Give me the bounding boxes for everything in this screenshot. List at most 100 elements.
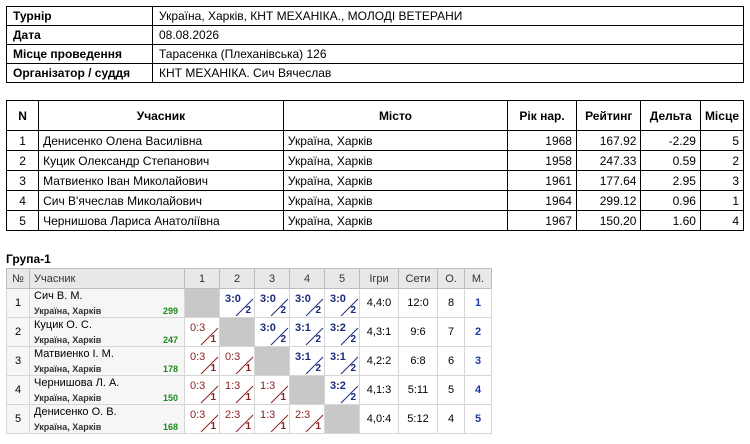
participant-city: Україна, Харків — [282, 130, 509, 151]
participant-year: 1967 — [507, 210, 577, 231]
group-row-number: 2 — [6, 317, 30, 347]
group-player-name[interactable]: Матвиенко І. М. — [34, 348, 114, 360]
group-title: Група-1 — [6, 252, 51, 266]
group-col-3: 3 — [254, 268, 290, 289]
group-points: 5 — [437, 375, 465, 405]
participant-rating: 299.12 — [575, 190, 642, 211]
group-player-city: Україна, Харків — [34, 335, 102, 345]
match-cell[interactable]: 0:3 1 — [184, 346, 220, 376]
match-cell[interactable]: 3:0 2 — [324, 288, 360, 318]
group-player-rating: 247 — [162, 335, 178, 345]
match-cell[interactable]: 1:3 1 — [219, 375, 255, 405]
group-row-number: 3 — [6, 346, 30, 376]
group-player-name[interactable]: Денисенко О. В. — [34, 406, 117, 418]
group-col-2: 2 — [219, 268, 255, 289]
info-value: Тарасенка (Плеханівська) 126 — [152, 44, 744, 64]
match-cell[interactable]: 3:1 2 — [324, 346, 360, 376]
match-cell[interactable]: 1:3 1 — [254, 404, 290, 434]
participant-delta: 1.60 — [640, 210, 701, 231]
info-value: 08.08.2026 — [152, 25, 744, 45]
match-cell[interactable]: 3:0 2 — [289, 288, 325, 318]
match-points: 2 — [315, 305, 321, 316]
match-score: 3:1 — [295, 351, 311, 363]
match-points: 2 — [315, 334, 321, 345]
participant-place: 2 — [699, 150, 745, 171]
participant-rating: 177.64 — [575, 170, 642, 191]
match-points: 1 — [210, 392, 216, 403]
match-cell[interactable]: 0:3 1 — [184, 375, 220, 405]
match-points: 1 — [245, 392, 251, 403]
participant-city: Україна, Харків — [282, 210, 509, 231]
match-points: 2 — [350, 334, 356, 345]
participant-row: 1 Денисенко Олена Василівна Україна, Харкі… — [5, 130, 745, 151]
group-player-rating: 168 — [162, 422, 178, 432]
match-cell[interactable]: 0:3 1 — [219, 346, 255, 376]
col-header-delta[interactable]: Дельта — [640, 100, 701, 131]
match-score: 3:0 — [260, 293, 276, 305]
match-cell[interactable]: 0:3 1 — [184, 317, 220, 347]
participant-city: Україна, Харків — [282, 190, 509, 211]
info-label: Турнір — [6, 6, 153, 26]
match-cell-self — [289, 375, 325, 405]
group-player-cell: Куцик О. С. Україна, Харків 247 — [29, 317, 185, 347]
group-player-city: Україна, Харків — [34, 422, 102, 432]
group-player-cell: Денисенко О. В. Україна, Харків 168 — [29, 404, 185, 434]
group-row: 5 Денисенко О. В. Україна, Харків 168 0:3 1 2:… — [6, 404, 492, 434]
group-player-name[interactable]: Чернишова Л. А. — [34, 377, 119, 389]
participant-name: Матвиенко Іван Миколайович — [38, 170, 284, 191]
match-score: 3:0 — [295, 293, 311, 305]
col-header-n[interactable]: N — [5, 100, 40, 131]
group-col-sets: Сети — [398, 268, 438, 289]
group-place: 1 — [464, 288, 492, 318]
group-games: 4,4:0 — [359, 288, 399, 318]
group-player-name[interactable]: Куцик О. С. — [34, 319, 92, 331]
match-cell[interactable]: 2:3 1 — [289, 404, 325, 434]
match-score: 3:2 — [330, 380, 346, 392]
col-header-participant[interactable]: Учасник — [38, 100, 284, 131]
participant-rating: 167.92 — [575, 130, 642, 151]
participant-number: 3 — [5, 170, 40, 191]
match-points: 2 — [280, 334, 286, 345]
match-cell[interactable]: 3:1 2 — [289, 317, 325, 347]
match-cell[interactable]: 3:2 2 — [324, 317, 360, 347]
match-cell[interactable]: 3:0 2 — [254, 288, 290, 318]
col-header-place[interactable]: Місце — [699, 100, 745, 131]
group-games: 4,1:3 — [359, 375, 399, 405]
match-points: 1 — [245, 363, 251, 374]
match-cell[interactable]: 0:3 1 — [184, 404, 220, 434]
match-points: 2 — [280, 305, 286, 316]
match-cell[interactable]: 3:0 2 — [254, 317, 290, 347]
match-points: 2 — [315, 363, 321, 374]
match-cell[interactable]: 3:0 2 — [219, 288, 255, 318]
col-header-city[interactable]: Місто — [282, 100, 509, 131]
info-row: Місце проведення Тарасенка (Плеханівська… — [6, 44, 744, 64]
participant-name: Денисенко Олена Василівна — [38, 130, 284, 151]
col-header-rating[interactable]: Рейтинг — [575, 100, 642, 131]
match-cell[interactable]: 3:1 2 — [289, 346, 325, 376]
info-row: Організатор / суддя КНТ МЕХАНІКА. Сич Вя… — [6, 63, 744, 83]
match-cell[interactable]: 1:3 1 — [254, 375, 290, 405]
match-score: 1:3 — [260, 380, 276, 392]
match-cell[interactable]: 2:3 1 — [219, 404, 255, 434]
participant-rating: 247.33 — [575, 150, 642, 171]
group-player-name[interactable]: Сич В. М. — [34, 290, 83, 302]
info-label: Місце проведення — [6, 44, 153, 64]
participant-name: Сич В'ячеслав Миколайович — [38, 190, 284, 211]
match-cell[interactable]: 3:2 2 — [324, 375, 360, 405]
col-header-year[interactable]: Рік нар. — [507, 100, 577, 131]
match-score: 3:2 — [330, 322, 346, 334]
match-score: 3:0 — [330, 293, 346, 305]
participant-place: 5 — [699, 130, 745, 151]
group-col-games: Ігри — [359, 268, 399, 289]
participants-table: N Учасник Місто Рік нар. Рейтинг Дельта … — [5, 100, 745, 231]
group-col-1: 1 — [184, 268, 220, 289]
participant-place: 4 — [699, 210, 745, 231]
match-points: 1 — [315, 421, 321, 432]
info-label: Дата — [6, 25, 153, 45]
group-player-rating: 178 — [162, 364, 178, 374]
match-score: 3:1 — [330, 351, 346, 363]
info-row: Дата 08.08.2026 — [6, 25, 744, 45]
participant-number: 4 — [5, 190, 40, 211]
group-games: 4,2:2 — [359, 346, 399, 376]
group-player-cell: Чернишова Л. А. Україна, Харків 150 — [29, 375, 185, 405]
